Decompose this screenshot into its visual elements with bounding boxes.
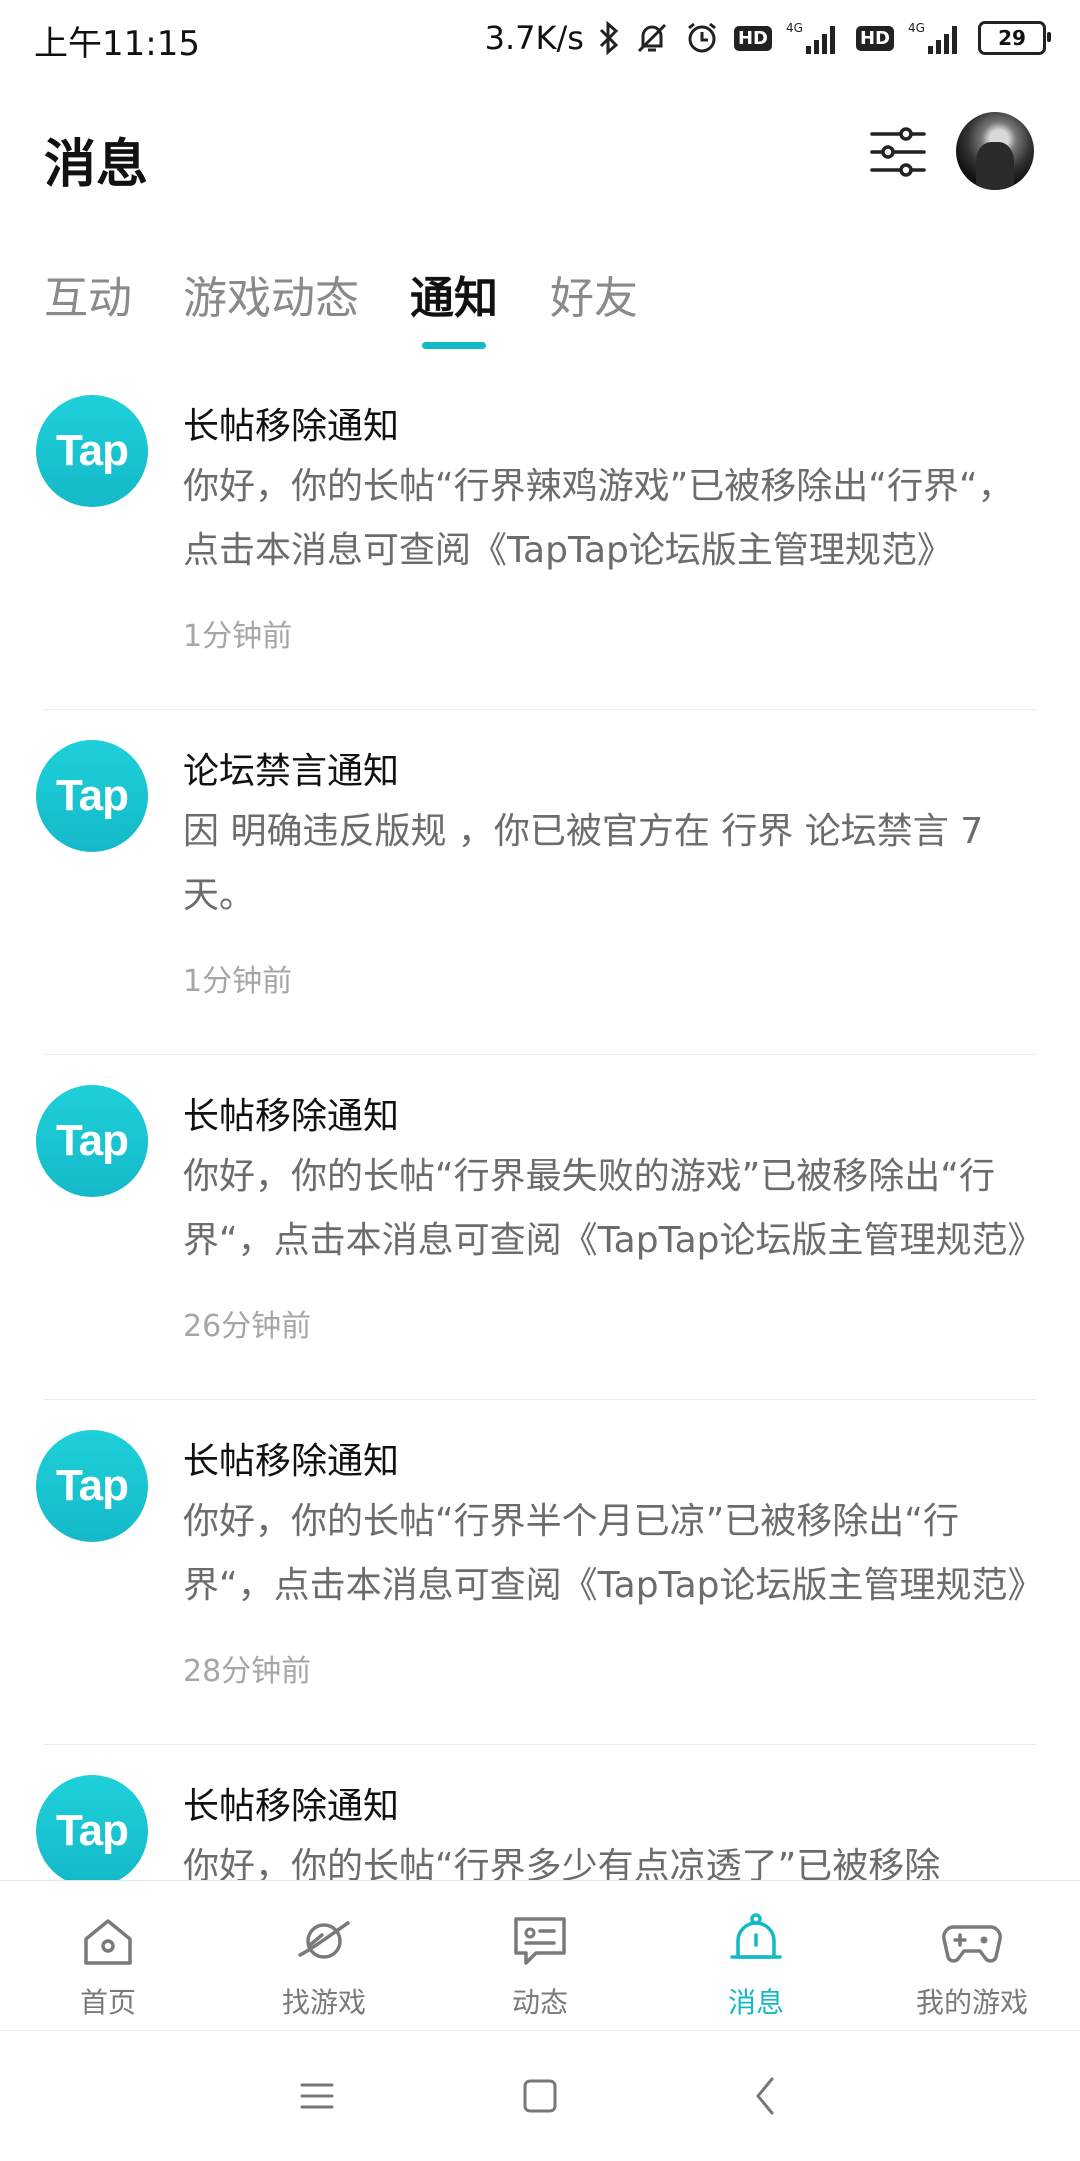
feed-icon: [508, 1909, 572, 1973]
home-icon: [76, 1909, 140, 1973]
notification-title: 长帖移除通知: [183, 1441, 400, 1482]
bluetooth-icon: [598, 21, 620, 55]
nav-label: 找游戏: [281, 1986, 366, 2019]
notification-body: 你好，你的长帖“行界最失败的游戏”已被移除出“行界“，点击本消息可查阅《TapT…: [183, 1156, 1038, 1261]
notification-body: 你好，你的长帖“行界半个月已凉”已被移除出“行界“，点击本消息可查阅《TapTa…: [183, 1501, 1038, 1606]
notification-title: 论坛禁言通知: [183, 751, 400, 792]
nav-feed[interactable]: 动态: [432, 1881, 648, 2029]
tab-game-updates[interactable]: 游戏动态: [183, 262, 359, 326]
notification-body: 你好，你的长帖“行界多少有点凉透了”已被移除: [183, 1846, 941, 1880]
notification-title: 长帖移除通知: [183, 1786, 400, 1827]
avatar[interactable]: [956, 112, 1034, 190]
page-title: 消息: [44, 135, 149, 195]
hd-badge: HD: [733, 25, 772, 51]
notification-body: 你好，你的长帖“行界辣鸡游戏”已被移除出“行界“，点击本消息可查阅《TapTap…: [183, 466, 1014, 571]
notification-time: 26分钟前: [183, 1309, 312, 1344]
nav-home[interactable]: 首页: [0, 1881, 216, 2029]
taptap-logo-icon: Tap: [36, 740, 148, 852]
network-speed: 3.7K/s: [484, 19, 584, 57]
signal-icon: 4G: [786, 20, 842, 56]
system-nav-bar: [0, 2030, 1080, 2161]
signal-4g-label: 4G: [786, 21, 803, 35]
status-bar: 上午11:15 3.7K/s HD 4G HD 4G 29: [0, 0, 1080, 78]
nav-my-games[interactable]: 我的游戏: [864, 1881, 1080, 2029]
tab-bar: 互动 游戏动态 通知 好友: [0, 250, 1080, 360]
bell-icon: [724, 1909, 788, 1973]
gamepad-icon: [940, 1909, 1004, 1973]
notification-title: 长帖移除通知: [183, 1096, 400, 1137]
signal-icon-2: 4G: [908, 20, 964, 56]
list-item[interactable]: Tap 长帖移除通知 你好，你的长帖“行界最失败的游戏”已被移除出“行界“，点击…: [0, 1055, 1080, 1400]
alarm-icon: [684, 20, 720, 56]
tab-interaction[interactable]: 互动: [44, 262, 132, 326]
hd-badge-2: HD: [855, 25, 894, 51]
notification-time: 1分钟前: [183, 619, 293, 654]
back-icon[interactable]: [742, 2071, 792, 2121]
status-icons: 3.7K/s HD 4G HD 4G 29: [484, 14, 1051, 62]
notification-time: 28分钟前: [183, 1654, 312, 1689]
status-time: 上午11:15: [34, 24, 200, 64]
tab-notifications[interactable]: 通知: [410, 262, 498, 326]
header: 消息: [0, 100, 1080, 210]
nav-label: 我的游戏: [915, 1986, 1028, 2019]
nav-label: 首页: [79, 1986, 136, 2019]
planet-icon: [292, 1909, 356, 1973]
list-item[interactable]: Tap 论坛禁言通知 因 明确违反版规 ，你已被官方在 行界 论坛禁言 7 天。…: [0, 710, 1080, 1055]
notification-list: Tap 长帖移除通知 你好，你的长帖“行界辣鸡游戏”已被移除出“行界“，点击本消…: [0, 365, 1080, 1880]
taptap-logo-icon: Tap: [36, 395, 148, 507]
filter-settings-icon[interactable]: [866, 120, 930, 184]
home-square-icon[interactable]: [515, 2071, 565, 2121]
list-item[interactable]: Tap 长帖移除通知 你好，你的长帖“行界多少有点凉透了”已被移除: [0, 1745, 1080, 1880]
taptap-logo-icon: Tap: [36, 1085, 148, 1197]
list-item[interactable]: Tap 长帖移除通知 你好，你的长帖“行界半个月已凉”已被移除出“行界“，点击本…: [0, 1400, 1080, 1745]
notification-body: 因 明确违反版规 ，你已被官方在 行界 论坛禁言 7 天。: [183, 811, 984, 916]
notification-title: 长帖移除通知: [183, 406, 400, 447]
bottom-nav: 首页 找游戏 动态 消息 我的游戏: [0, 1880, 1080, 2029]
nav-label: 消息: [727, 1986, 784, 2019]
nav-find-games[interactable]: 找游戏: [216, 1881, 432, 2029]
taptap-logo-icon: Tap: [36, 1775, 148, 1880]
menu-icon[interactable]: [292, 2071, 342, 2121]
signal-4g-label-2: 4G: [908, 21, 925, 35]
nav-label: 动态: [511, 1986, 568, 2019]
mute-icon: [634, 20, 670, 56]
tab-friends[interactable]: 好友: [550, 262, 638, 326]
active-tab-indicator: [422, 342, 486, 349]
notification-time: 1分钟前: [183, 964, 293, 999]
list-item[interactable]: Tap 长帖移除通知 你好，你的长帖“行界辣鸡游戏”已被移除出“行界“，点击本消…: [0, 365, 1080, 710]
battery-indicator: 29: [978, 21, 1051, 55]
nav-messages[interactable]: 消息: [648, 1881, 864, 2029]
taptap-logo-icon: Tap: [36, 1430, 148, 1542]
